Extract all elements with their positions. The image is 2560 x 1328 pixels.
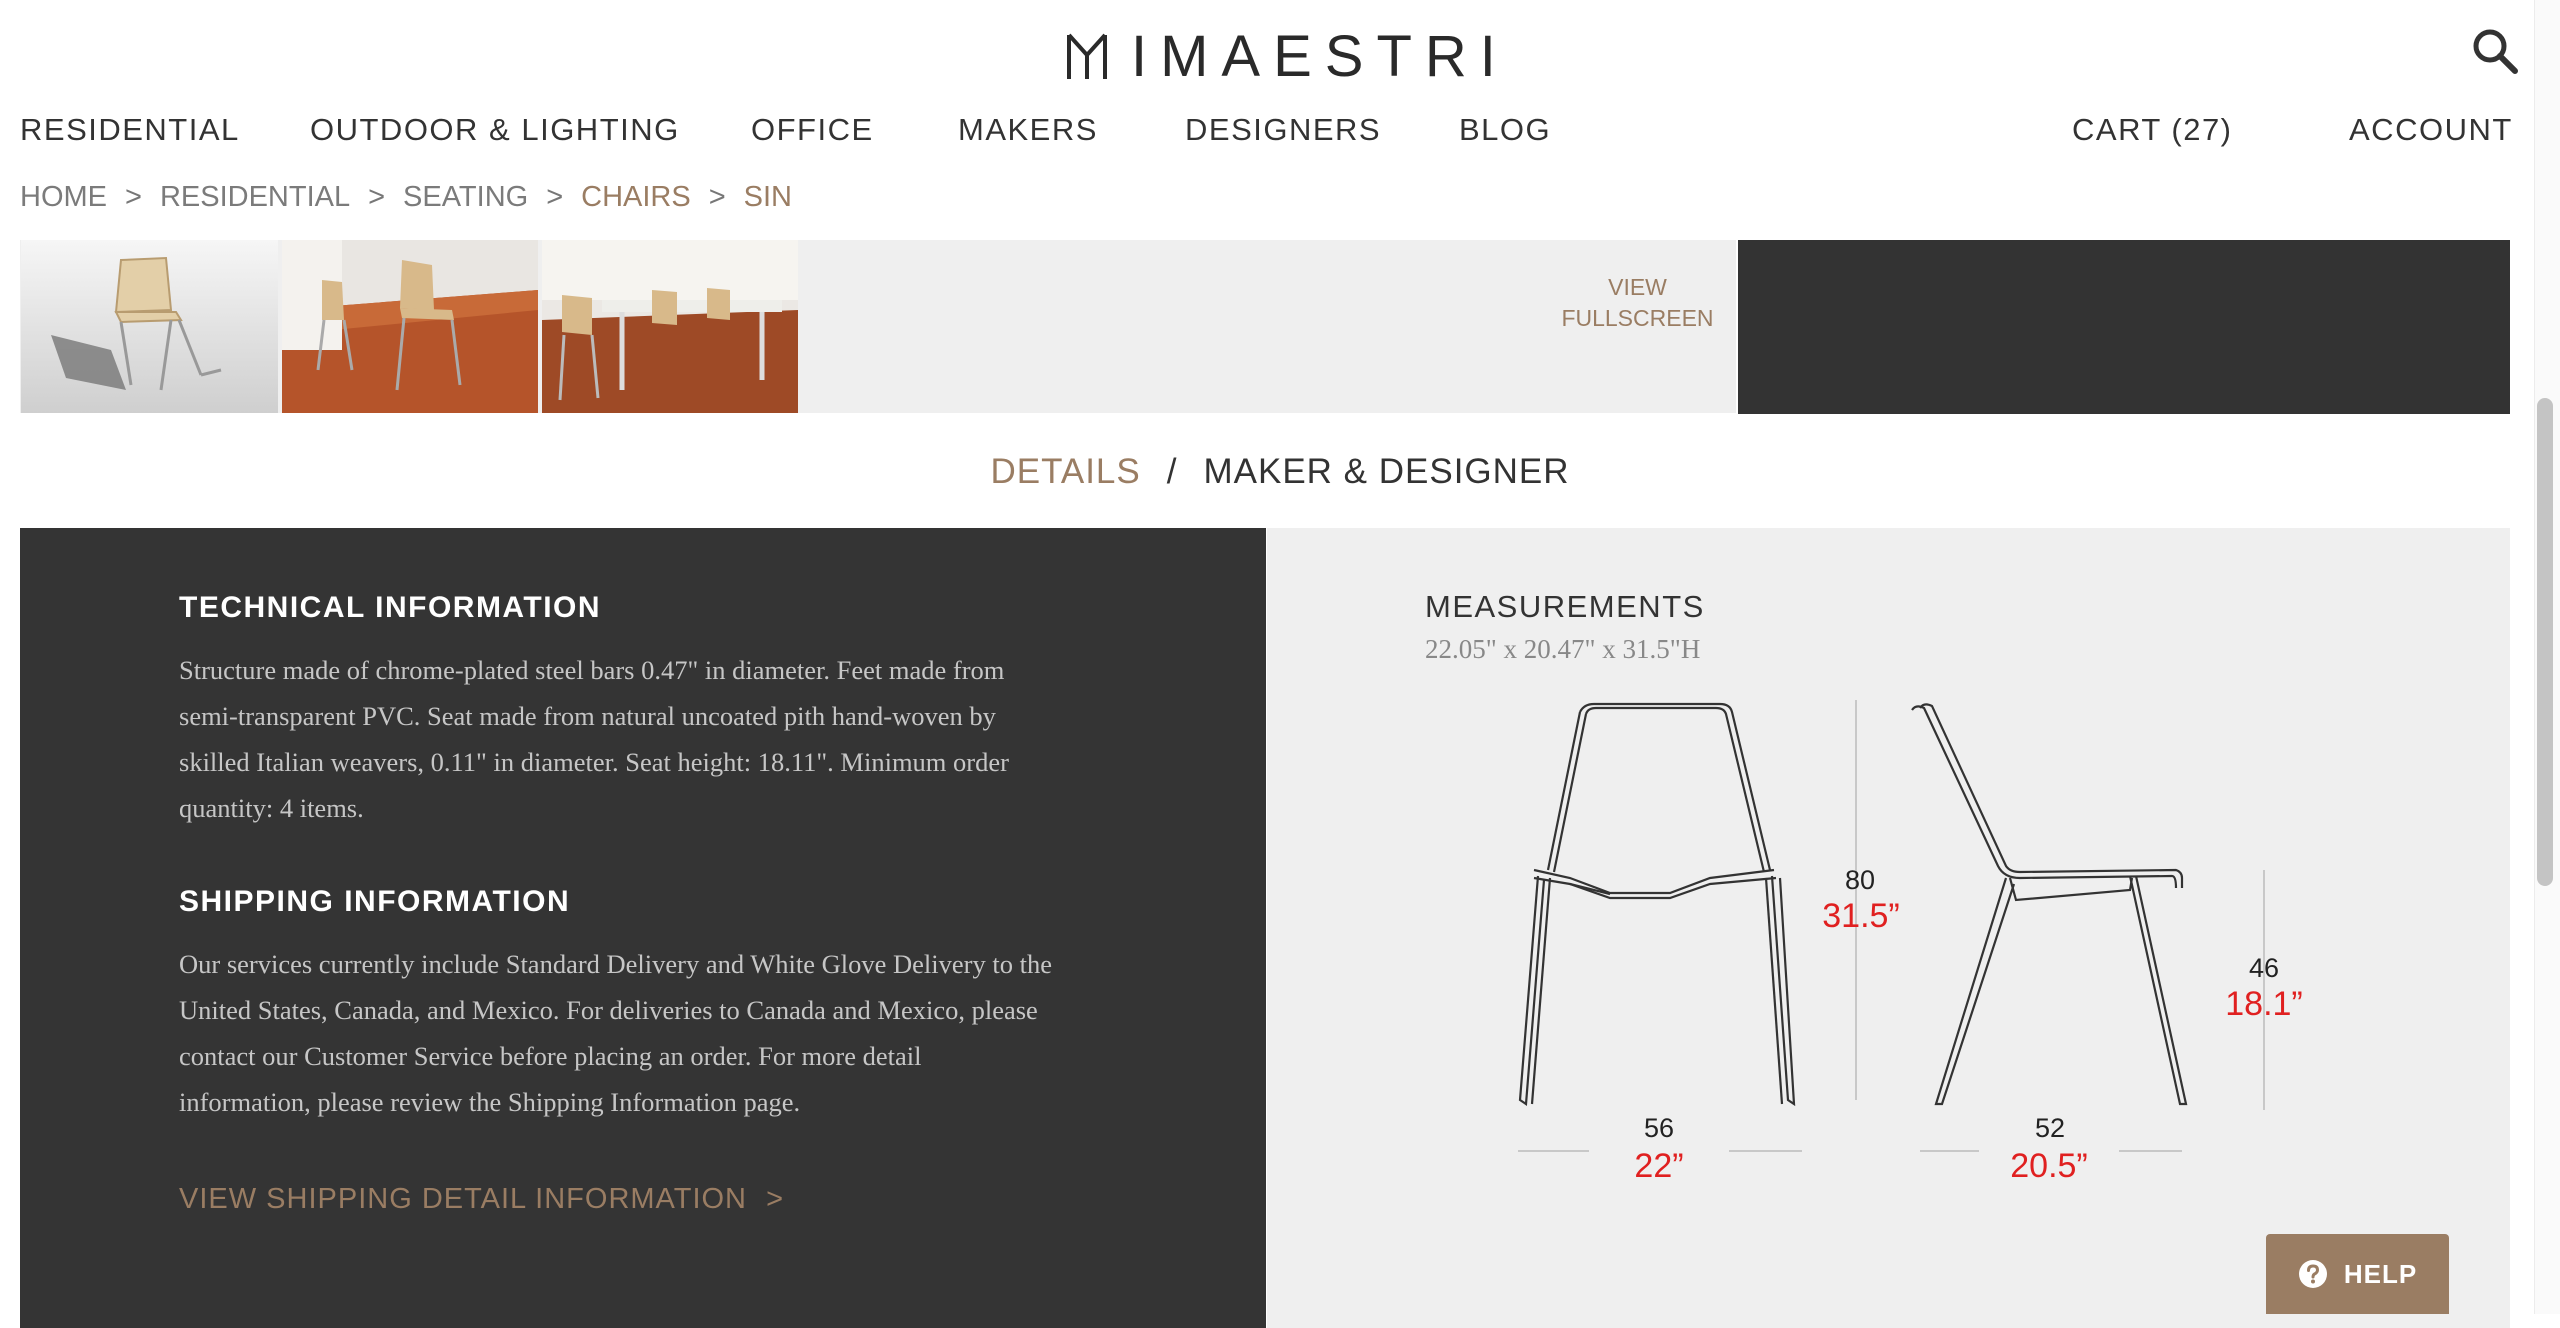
- measurements-summary: 22.05" x 20.47" x 31.5"H: [1425, 634, 1701, 664]
- breadcrumb: HOME > RESIDENTIAL > SEATING > CHAIRS > SIN: [20, 181, 792, 221]
- chair-front-diagram: [1518, 702, 1796, 1107]
- technical-line: Structure made of chrome-plated steel ba…: [179, 655, 1005, 685]
- shipping-line: Our services currently include Standard …: [179, 949, 1052, 979]
- breadcrumb-residential[interactable]: RESIDENTIAL: [160, 181, 350, 214]
- technical-line: quantity: 4 items.: [179, 793, 364, 823]
- shipping-line: United States, Canada, and Mexico. For d…: [179, 995, 1038, 1025]
- thumbnail-2[interactable]: [282, 240, 538, 413]
- technical-heading: TECHNICAL INFORMATION: [179, 591, 602, 624]
- shipping-text: Our services currently include Standard …: [179, 941, 1139, 1125]
- tab-maker-designer[interactable]: MAKER & DESIGNER: [1203, 452, 1569, 492]
- detail-tabs: DETAILS / MAKER & DESIGNER: [0, 452, 2560, 492]
- side-seat-in: 18.1”: [2225, 985, 2303, 1023]
- breadcrumb-separator: >: [125, 181, 142, 213]
- breadcrumb-home[interactable]: HOME: [20, 181, 107, 214]
- breadcrumb-current: SIN: [743, 181, 792, 213]
- side-depth-in: 20.5”: [1979, 1147, 2119, 1186]
- shipping-heading: SHIPPING INFORMATION: [179, 885, 571, 918]
- shipping-line: information, please review the Shipping …: [179, 1087, 801, 1117]
- tab-separator: /: [1166, 452, 1178, 491]
- chair-room-image: [282, 240, 538, 413]
- breadcrumb-separator: >: [708, 181, 726, 213]
- measurements-heading: MEASUREMENTS: [1425, 589, 1705, 624]
- nav-outdoor-lighting[interactable]: OUTDOOR & LIGHTING: [310, 112, 680, 148]
- tab-details[interactable]: DETAILS: [990, 452, 1140, 492]
- help-label: HELP: [2343, 1258, 2418, 1289]
- side-depth-cm: 52: [1990, 1113, 2110, 1144]
- chevron-right-icon: >: [766, 1183, 785, 1215]
- view-fullscreen-button[interactable]: VIEW FULLSCREEN: [1535, 272, 1740, 334]
- view-fullscreen-line1: VIEW: [1608, 274, 1667, 300]
- view-shipping-link[interactable]: VIEW SHIPPING DETAIL INFORMATION >: [179, 1183, 784, 1216]
- help-button[interactable]: HELP: [2266, 1234, 2449, 1314]
- side-seat-cm: 46: [2248, 953, 2280, 983]
- dining-room-image: [542, 240, 798, 413]
- thumbnail-1[interactable]: [21, 240, 278, 413]
- nav-account[interactable]: ACCOUNT: [2349, 112, 2513, 148]
- nav-office[interactable]: OFFICE: [751, 112, 874, 148]
- thumbnail-3[interactable]: [542, 240, 798, 413]
- front-width-in: 22”: [1589, 1147, 1729, 1186]
- technical-line: skilled Italian weavers, 0.11" in diamet…: [179, 747, 1009, 777]
- scrollbar-thumb[interactable]: [2537, 398, 2553, 886]
- breadcrumb-chairs[interactable]: CHAIRS: [581, 181, 691, 214]
- logo-text: IMAESTRI: [1131, 24, 1509, 89]
- nav-blog[interactable]: BLOG: [1459, 112, 1551, 148]
- chair-studio-image: [21, 240, 278, 413]
- nav-cart[interactable]: CART (27): [2072, 112, 2233, 148]
- view-shipping-link-label: VIEW SHIPPING DETAIL INFORMATION: [179, 1183, 748, 1215]
- nav-residential[interactable]: RESIDENTIAL: [20, 112, 240, 148]
- site-logo[interactable]: IMAESTRI: [1065, 28, 1509, 86]
- shipping-line: contact our Customer Service before plac…: [179, 1041, 922, 1071]
- product-info-panel: [1738, 240, 2510, 414]
- main-nav: RESIDENTIAL OUTDOOR & LIGHTING OFFICE MA…: [20, 112, 2538, 156]
- search-icon[interactable]: [2470, 26, 2520, 76]
- view-fullscreen-line2: FULLSCREEN: [1561, 305, 1714, 331]
- breadcrumb-separator: >: [368, 181, 386, 213]
- breadcrumb-seating[interactable]: SEATING: [403, 181, 528, 214]
- technical-text: Structure made of chrome-plated steel ba…: [179, 647, 1139, 831]
- logo-mark-icon: [1067, 33, 1107, 79]
- front-height-cm: 80: [1844, 865, 1876, 895]
- technical-line: semi-transparent PVC. Seat made from nat…: [179, 701, 996, 731]
- front-width-cm: 56: [1599, 1113, 1719, 1144]
- question-icon: [2298, 1260, 2327, 1288]
- nav-makers[interactable]: MAKERS: [958, 112, 1098, 148]
- chair-side-diagram: [1911, 703, 2188, 1106]
- nav-designers[interactable]: DESIGNERS: [1185, 112, 1381, 148]
- breadcrumb-separator: >: [546, 181, 564, 213]
